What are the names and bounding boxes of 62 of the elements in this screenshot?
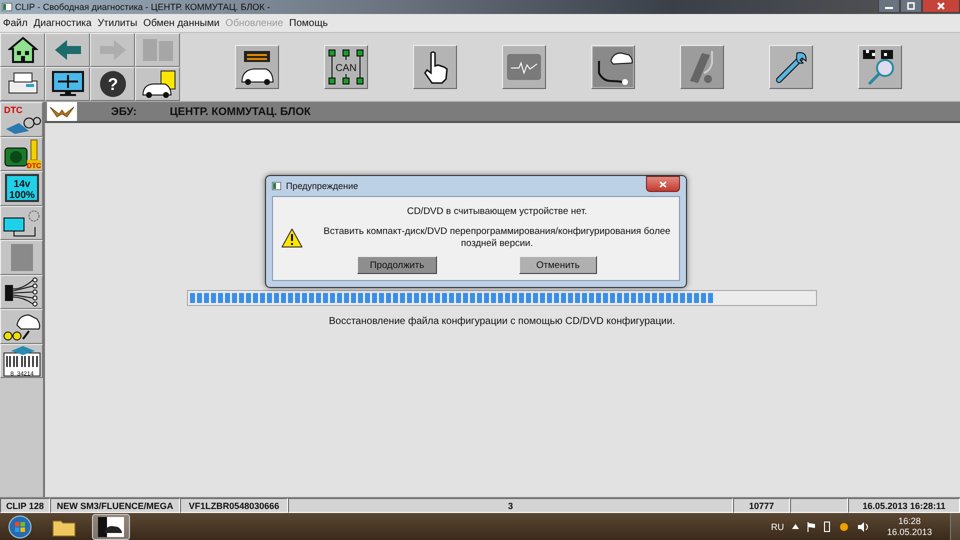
connector-pins-icon xyxy=(2,276,40,307)
status-cell: 10777 xyxy=(733,498,790,513)
sidebar-button[interactable] xyxy=(0,206,43,240)
menu-item[interactable]: Утилиты xyxy=(98,18,138,28)
toolbar-button[interactable]: ? xyxy=(90,67,135,101)
up-caret-icon xyxy=(792,524,799,529)
toolbar-button[interactable] xyxy=(591,45,635,89)
window-title: CLIP - Свободная диагностика - ЦЕНТР. КОММУТАЦ. БЛОК - xyxy=(15,2,270,12)
left-arrow-icon xyxy=(52,38,82,62)
waveform-icon xyxy=(506,52,542,82)
restore-icon xyxy=(907,2,915,10)
clock-date: 16.05.2013 xyxy=(886,526,932,538)
toolbar-button[interactable] xyxy=(858,45,902,89)
windows-orb-icon xyxy=(8,514,32,538)
stethoscope-car-icon xyxy=(593,47,633,87)
dialog-button[interactable]: Отменить xyxy=(519,256,597,274)
toolbar-button[interactable] xyxy=(0,33,45,67)
house-icon xyxy=(8,36,38,64)
warning-icon xyxy=(281,228,303,248)
menu-item[interactable]: Обмен данными xyxy=(143,18,220,28)
battery-icon xyxy=(824,521,830,532)
status-cell: NEW SM3/FLUENCE/MEGA xyxy=(50,498,180,513)
dialog-button[interactable]: Продолжить xyxy=(357,256,437,274)
status-cell: 16.05.2013 16:28:11 xyxy=(848,498,960,513)
screen-gear-icon xyxy=(2,208,40,238)
taskbar-app[interactable] xyxy=(92,514,130,540)
menu-item[interactable]: Диагностика xyxy=(34,18,92,28)
wrench-icon xyxy=(773,49,809,85)
toolbar-button[interactable] xyxy=(413,45,457,89)
dialog-detail: Вставить компакт-диск/DVD перепрограммирования/конфигурирования более поздней версии. xyxy=(322,226,672,251)
pages-icon xyxy=(140,36,174,64)
ecu-name: ЦЕНТР. КОММУТАЦ. БЛОК xyxy=(170,106,311,118)
menu-item[interactable]: Файл xyxy=(3,18,28,28)
sidebar-button[interactable] xyxy=(0,309,43,344)
status-cell: VF1LZBR0548030666 xyxy=(180,498,288,513)
app-icon xyxy=(2,3,12,11)
toolbar-button[interactable] xyxy=(0,67,45,101)
ecu-label: ЭБУ: xyxy=(111,106,137,118)
dialog-app-icon xyxy=(272,182,281,190)
toolbar-button[interactable] xyxy=(45,67,90,101)
status-cell: 3 xyxy=(288,498,733,513)
progress-caption: Восстановление файла конфигурации с помощью CD/DVD конфигурации. xyxy=(328,316,676,327)
close-button[interactable] xyxy=(922,0,960,13)
toolbar-button[interactable] xyxy=(135,67,180,101)
restore-button[interactable] xyxy=(900,0,922,13)
help-icon: ? xyxy=(98,70,126,98)
dialog-message: CD/DVD в считывающем устройстве нет. xyxy=(406,206,588,219)
menu-item[interactable]: Помощь xyxy=(289,18,328,28)
minimize-button[interactable] xyxy=(878,0,900,13)
sidebar-button[interactable] xyxy=(0,274,43,309)
close-icon xyxy=(659,180,667,188)
speaker-icon xyxy=(858,522,869,532)
flag-icon xyxy=(806,522,816,532)
status-cell: CLIP 128 xyxy=(0,498,50,513)
close-button[interactable] xyxy=(646,176,680,192)
dialog-title: Предупреждение xyxy=(286,181,358,191)
toolbar-button[interactable] xyxy=(769,45,813,89)
monitor-arrows-icon xyxy=(50,70,84,98)
clock-time: 16:28 xyxy=(898,516,921,526)
toolbar-button[interactable] xyxy=(235,45,279,89)
language-indicator[interactable]: RU xyxy=(770,522,784,532)
close-icon xyxy=(937,2,945,10)
